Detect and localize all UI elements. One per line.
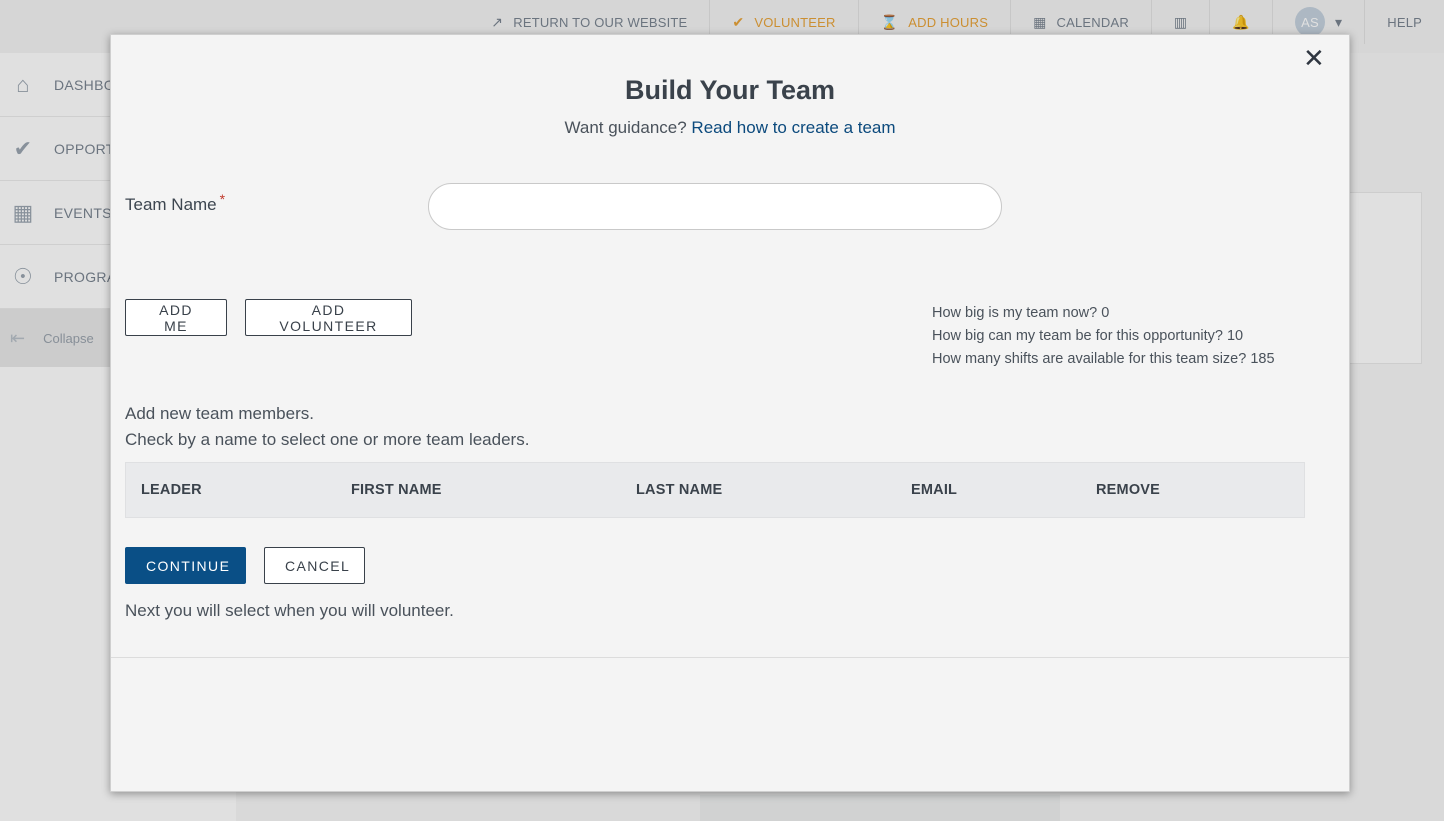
team-stats: How big is my team now? 0 How big can my… [932, 302, 1275, 371]
info-line-1: Add new team members. [125, 404, 314, 423]
modal-title: Build Your Team [624, 75, 836, 105]
continue-button[interactable]: CONTINUE [125, 547, 246, 584]
create-team-help-link[interactable]: Read how to create a team [691, 118, 895, 137]
next-step-note: Next you will select when you will volun… [125, 601, 454, 620]
column-header-remove: REMOVE [1096, 482, 1161, 498]
team-name-input[interactable] [428, 183, 1002, 230]
team-name-label-text: Team Name [125, 195, 217, 214]
column-header-first-name: FIRST NAME [351, 482, 442, 498]
guidance-text: Want guidance? Read how to create a team [111, 118, 1349, 138]
team-size-max: How big can my team be for this opportun… [932, 328, 1244, 344]
add-volunteer-button[interactable]: ADD VOLUNTEER [245, 299, 412, 336]
column-header-last-name: LAST NAME [636, 482, 723, 498]
close-icon: ✕ [1303, 44, 1325, 74]
team-members-table-header: LEADER FIRST NAME LAST NAME EMAIL REMOVE [125, 462, 1305, 518]
add-me-button[interactable]: ADD ME [125, 299, 227, 336]
column-header-email: EMAIL [911, 482, 958, 498]
shifts-available: How many shifts are available for this t… [932, 351, 1275, 367]
modal-footer-divider [111, 657, 1349, 658]
close-button[interactable]: ✕ [1297, 43, 1327, 74]
info-line-2: Check by a name to select one or more te… [125, 430, 530, 449]
guidance-prefix: Want guidance? [564, 118, 687, 137]
team-name-label: Team Name * [125, 191, 225, 215]
build-team-modal: ✕ Build Your Team Want guidance? Read ho… [110, 34, 1350, 792]
column-header-leader: LEADER [141, 482, 202, 498]
team-members-instructions: Add new team members. Check by a name to… [125, 401, 529, 453]
team-size-now: How big is my team now? 0 [932, 305, 1110, 321]
cancel-button[interactable]: CANCEL [264, 547, 365, 584]
required-marker: * [219, 191, 226, 207]
